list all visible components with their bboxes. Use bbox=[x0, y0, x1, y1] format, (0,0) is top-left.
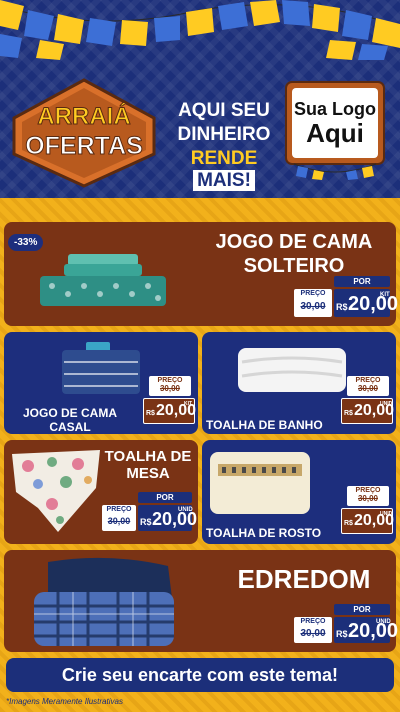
flyer-page: ARRAIÁ OFERTAS AQUI SEU DINHEIRO RENDE M… bbox=[0, 0, 400, 712]
title-line2: SOLTEIRO bbox=[243, 255, 345, 277]
price-unit: UNID bbox=[380, 511, 393, 517]
price-preco-label: PREÇO bbox=[355, 487, 381, 494]
price-tag-toalha-rosto: PREÇO 30,00 R$ 20,00 UNID bbox=[341, 486, 394, 536]
price-unit: UNID bbox=[380, 401, 393, 407]
price-unit: KIT bbox=[184, 401, 193, 407]
arraia-ofertas-logo: ARRAIÁ OFERTAS bbox=[12, 78, 156, 188]
price-old-value: 30,00 bbox=[357, 384, 379, 393]
price-unit: KIT bbox=[380, 292, 390, 298]
price-new-box: R$ 20,00 UNID bbox=[341, 508, 394, 534]
discount-badge: -33% bbox=[8, 234, 44, 251]
brand-logo-box: Sua Logo Aqui bbox=[292, 88, 378, 158]
brand-line1: Sua Logo bbox=[294, 99, 376, 119]
price-por-label: POR bbox=[334, 604, 390, 615]
price-old-value: 30,00 bbox=[107, 516, 131, 526]
title-line1: TOALHA DE bbox=[104, 448, 192, 465]
price-tag-edredom: POR PREÇO 30,00 R$ 20,00 UNID bbox=[294, 604, 398, 646]
price-currency: R$ bbox=[336, 302, 348, 312]
price-tag-solteiro: POR PREÇO 30,00 R$ 20,00 KIT bbox=[294, 276, 398, 320]
tagline-line3: RENDE MAIS! bbox=[164, 148, 284, 192]
price-preco-label: PREÇO bbox=[106, 506, 132, 513]
price-old-box: PREÇO 30,00 bbox=[294, 289, 332, 317]
price-old-value: 30,00 bbox=[357, 494, 379, 503]
cta-banner[interactable]: Crie seu encarte com este tema! bbox=[6, 658, 394, 692]
price-por-label: POR bbox=[138, 492, 192, 503]
footer-disclaimer: *Imagens Meramente Ilustrativas bbox=[6, 697, 123, 706]
tagline-rende: RENDE bbox=[190, 148, 258, 169]
product-title-toalha-banho: TOALHA DE BANHO bbox=[206, 418, 323, 432]
price-currency: R$ bbox=[344, 410, 353, 417]
price-old-box: PREÇO 30,00 bbox=[294, 617, 332, 643]
tablecloth-image bbox=[12, 450, 100, 532]
price-old-value: 30,00 bbox=[159, 384, 181, 393]
price-currency: R$ bbox=[336, 629, 348, 639]
face-towel-image bbox=[210, 452, 310, 514]
price-new-box: R$ 20,00 UNID bbox=[138, 505, 197, 531]
price-new-box: R$ 20,00 KIT bbox=[143, 398, 196, 424]
product-title-casal: JOGO DE CAMA CASAL bbox=[10, 406, 130, 434]
price-tag-casal: PREÇO 30,00 R$ 20,00 KIT bbox=[143, 376, 196, 424]
price-preco-label: PREÇO bbox=[355, 377, 381, 384]
comforter-image bbox=[34, 557, 174, 646]
price-currency: R$ bbox=[146, 410, 155, 417]
price-old-box: PREÇO 30,00 bbox=[149, 376, 191, 396]
price-old-value: 30,00 bbox=[300, 628, 326, 639]
sheet-casal-image bbox=[62, 342, 140, 394]
logo-line1: ARRAIÁ bbox=[37, 102, 130, 130]
price-currency: R$ bbox=[344, 520, 353, 527]
tagline-mais: MAIS! bbox=[193, 170, 255, 191]
brand-logo-placeholder: Sua Logo Aqui bbox=[284, 80, 386, 180]
price-new-box: R$ 20,00 UNID bbox=[341, 398, 394, 424]
title-line1: JOGO DE CAMA bbox=[215, 231, 373, 253]
tagline: AQUI SEU DINHEIRO RENDE MAIS! bbox=[164, 100, 284, 194]
brand-line2: Aqui bbox=[306, 118, 364, 148]
title-line2: CASAL bbox=[49, 420, 91, 434]
sheet-set-image bbox=[40, 254, 166, 306]
price-old-value: 30,00 bbox=[300, 301, 326, 312]
logo-line2: OFERTAS bbox=[25, 132, 143, 160]
price-value: 20,00 bbox=[348, 293, 399, 315]
price-old-box: PREÇO 30,00 bbox=[102, 505, 136, 531]
product-title-toalha-mesa: TOALHA DE MESA bbox=[100, 448, 196, 482]
title-line1: JOGO DE CAMA bbox=[22, 406, 117, 420]
tagline-line2: DINHEIRO bbox=[177, 124, 271, 145]
price-old-box: PREÇO 30,00 bbox=[347, 486, 389, 506]
price-por-label: POR bbox=[334, 276, 390, 287]
bunting-flags-decoration bbox=[0, 0, 400, 60]
price-old-box: PREÇO 30,00 bbox=[347, 376, 389, 396]
price-unit: UNID bbox=[376, 619, 391, 625]
tagline-line1: AQUI SEU bbox=[178, 100, 270, 121]
product-title-toalha-rosto: TOALHA DE ROSTO bbox=[206, 526, 322, 540]
product-title-edredom: EDREDOM bbox=[237, 564, 371, 594]
price-preco-label: PREÇO bbox=[157, 377, 183, 384]
price-tag-toalha-mesa: POR PREÇO 30,00 R$ 20,00 UNID bbox=[102, 492, 197, 534]
product-title-solteiro: JOGO DE CAMA SOLTEIRO bbox=[196, 230, 392, 278]
price-unit: UNID bbox=[178, 507, 193, 513]
price-tag-toalha-banho: PREÇO 30,00 R$ 20,00 UNID bbox=[341, 376, 394, 424]
bath-towel-image bbox=[238, 348, 346, 392]
title-line2: MESA bbox=[126, 465, 170, 482]
price-currency: R$ bbox=[140, 517, 152, 527]
price-preco-label: PREÇO bbox=[300, 618, 326, 625]
price-new-box: R$ 20,00 UNID bbox=[334, 617, 398, 643]
price-new-box: R$ 20,00 KIT bbox=[334, 289, 398, 317]
price-preco-label: PREÇO bbox=[300, 290, 326, 297]
